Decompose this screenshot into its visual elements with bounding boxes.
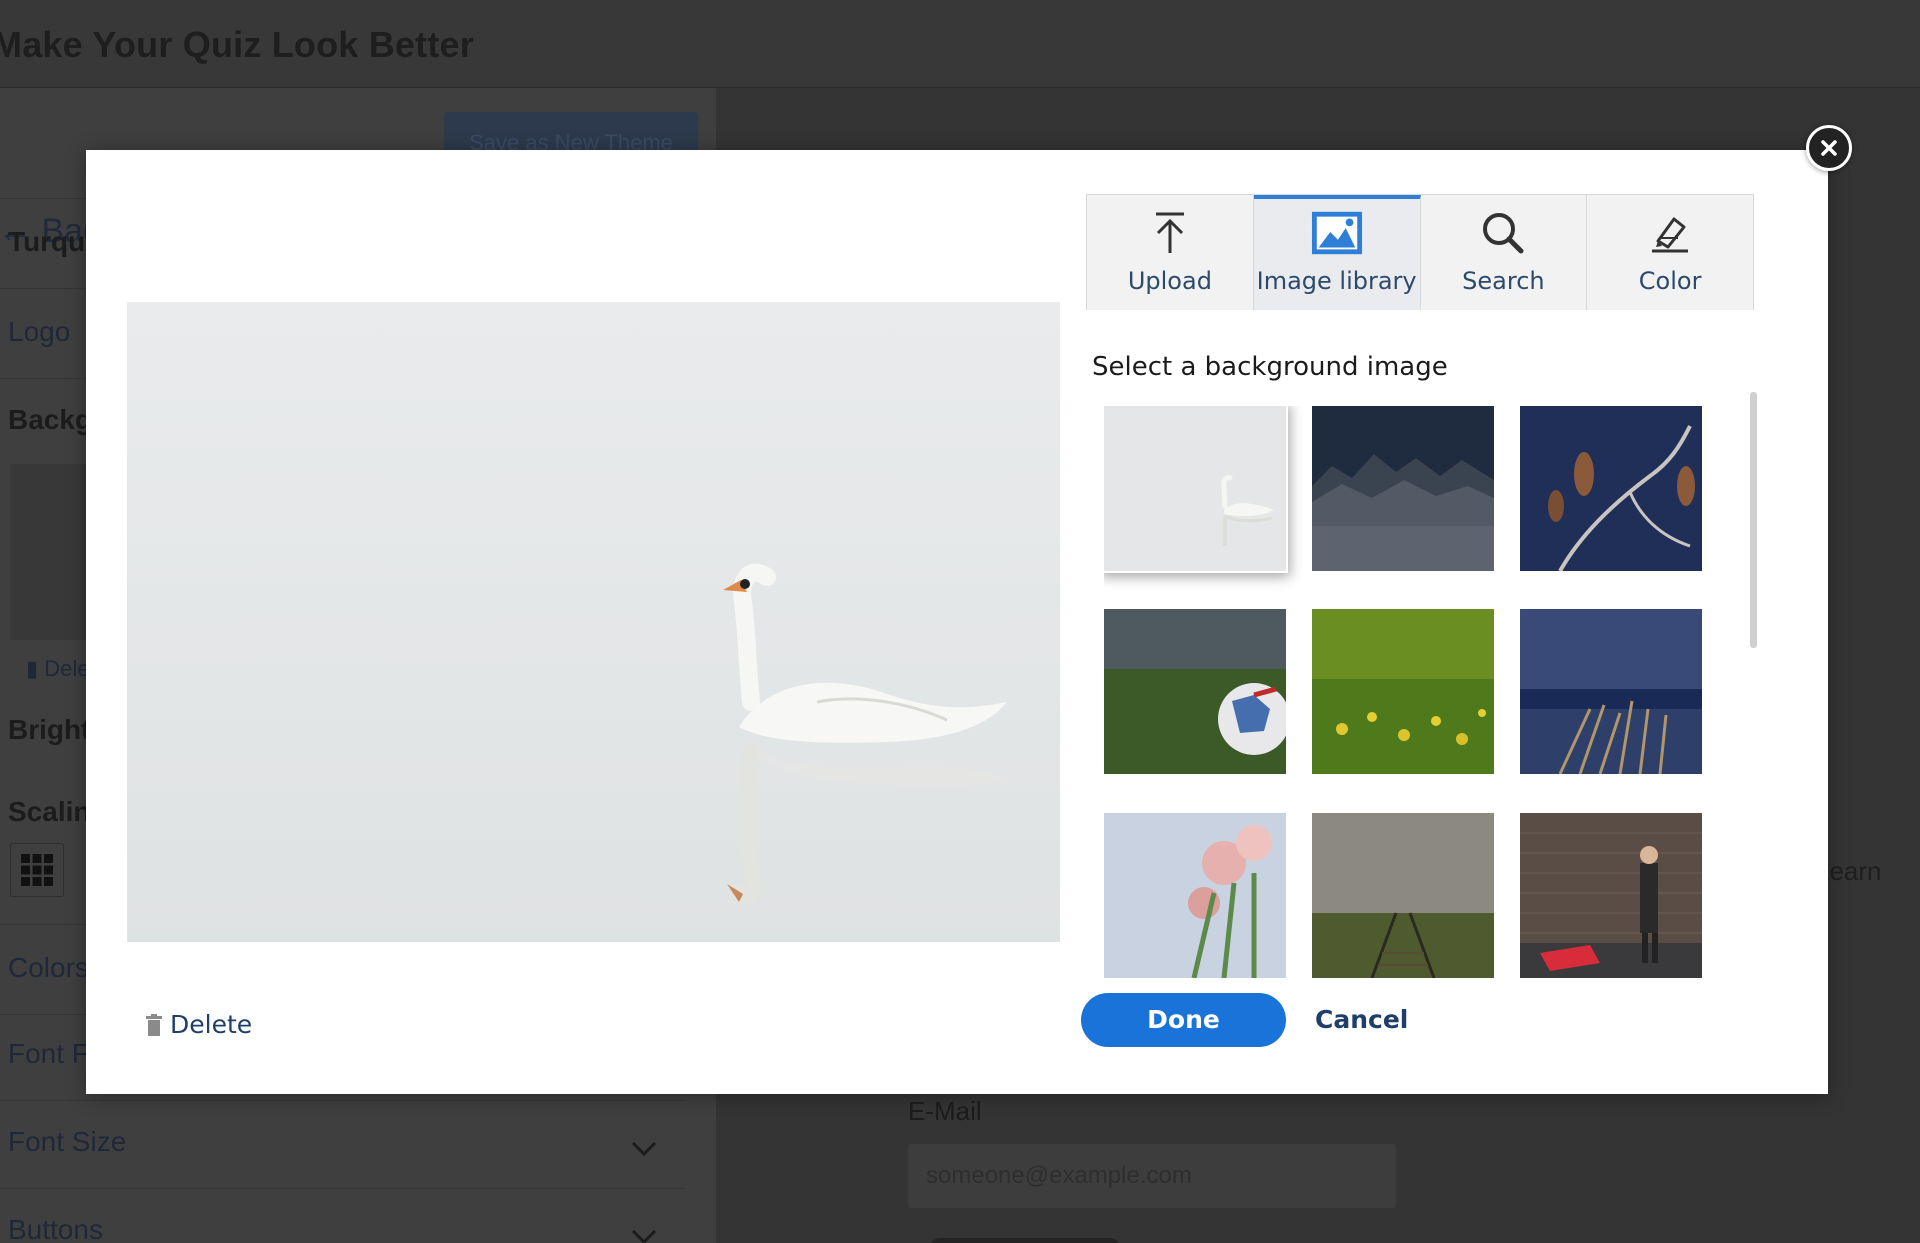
- thumbnail-wildflowers[interactable]: [1312, 609, 1494, 775]
- chevron-down-icon[interactable]: [630, 1134, 658, 1162]
- close-icon: [1821, 140, 1837, 156]
- thumbnail-swan[interactable]: [1104, 406, 1286, 571]
- library-scrollbar[interactable]: [1750, 392, 1757, 648]
- submit-button[interactable]: [930, 1238, 1120, 1243]
- tab-upload[interactable]: Upload: [1087, 195, 1254, 310]
- thumbnail-soccer-ball[interactable]: [1104, 609, 1286, 775]
- tab-image-library-label: Image library: [1256, 267, 1417, 295]
- font-size-label[interactable]: Font Size: [8, 1126, 126, 1158]
- library-heading: Select a background image: [1092, 352, 1448, 382]
- logo-label[interactable]: Logo: [8, 316, 70, 348]
- buttons-label[interactable]: Buttons: [8, 1214, 103, 1243]
- divider: [0, 1100, 686, 1101]
- paint-bucket-icon: [1644, 207, 1696, 259]
- tab-search-label: Search: [1462, 267, 1545, 295]
- thumbnail-sea-grass[interactable]: [1520, 609, 1702, 775]
- trash-icon: ▮: [26, 656, 39, 681]
- thumbnail-branch[interactable]: [1520, 406, 1702, 571]
- tab-color-label: Color: [1638, 267, 1702, 295]
- thumbnail-mountains[interactable]: [1312, 406, 1494, 571]
- close-dialog-button[interactable]: [1806, 125, 1852, 171]
- chevron-down-icon[interactable]: [630, 1222, 658, 1243]
- delete-label: Delete: [170, 1010, 253, 1039]
- trash-icon: [146, 1013, 162, 1036]
- divider: [0, 1188, 686, 1189]
- tab-upload-label: Upload: [1127, 267, 1212, 295]
- email-field[interactable]: someone@example.com: [908, 1144, 1396, 1208]
- search-icon: [1477, 207, 1529, 259]
- image-library-grid: [1104, 406, 1704, 990]
- upload-icon: [1144, 207, 1196, 259]
- done-button[interactable]: Done: [1081, 993, 1286, 1047]
- tab-color[interactable]: Color: [1587, 195, 1753, 310]
- source-tabs: Upload Image library Search Color: [1086, 194, 1754, 310]
- background-image-dialog: Upload Image library Search Color Select…: [86, 150, 1828, 1094]
- grid-icon: [21, 854, 53, 886]
- background-preview: [127, 302, 1060, 942]
- thumbnail-pink-flowers[interactable]: [1104, 812, 1286, 978]
- email-label: E-Mail: [908, 1096, 982, 1126]
- image-icon: [1311, 207, 1363, 259]
- delete-button[interactable]: Delete: [146, 1010, 252, 1039]
- swan-preview-image: [127, 302, 1060, 942]
- scaling-tile-button[interactable]: [10, 843, 64, 897]
- tab-search[interactable]: Search: [1420, 195, 1588, 310]
- page-title: Make Your Quiz Look Better: [0, 24, 474, 65]
- colors-label[interactable]: Colors: [8, 952, 89, 984]
- app-header: Make Your Quiz Look Better: [0, 0, 1920, 88]
- cancel-button[interactable]: Cancel: [1315, 1005, 1408, 1034]
- thumbnail-railway[interactable]: [1312, 812, 1494, 978]
- tab-image-library[interactable]: Image library: [1253, 195, 1421, 310]
- thumbnail-musician[interactable]: [1520, 812, 1702, 978]
